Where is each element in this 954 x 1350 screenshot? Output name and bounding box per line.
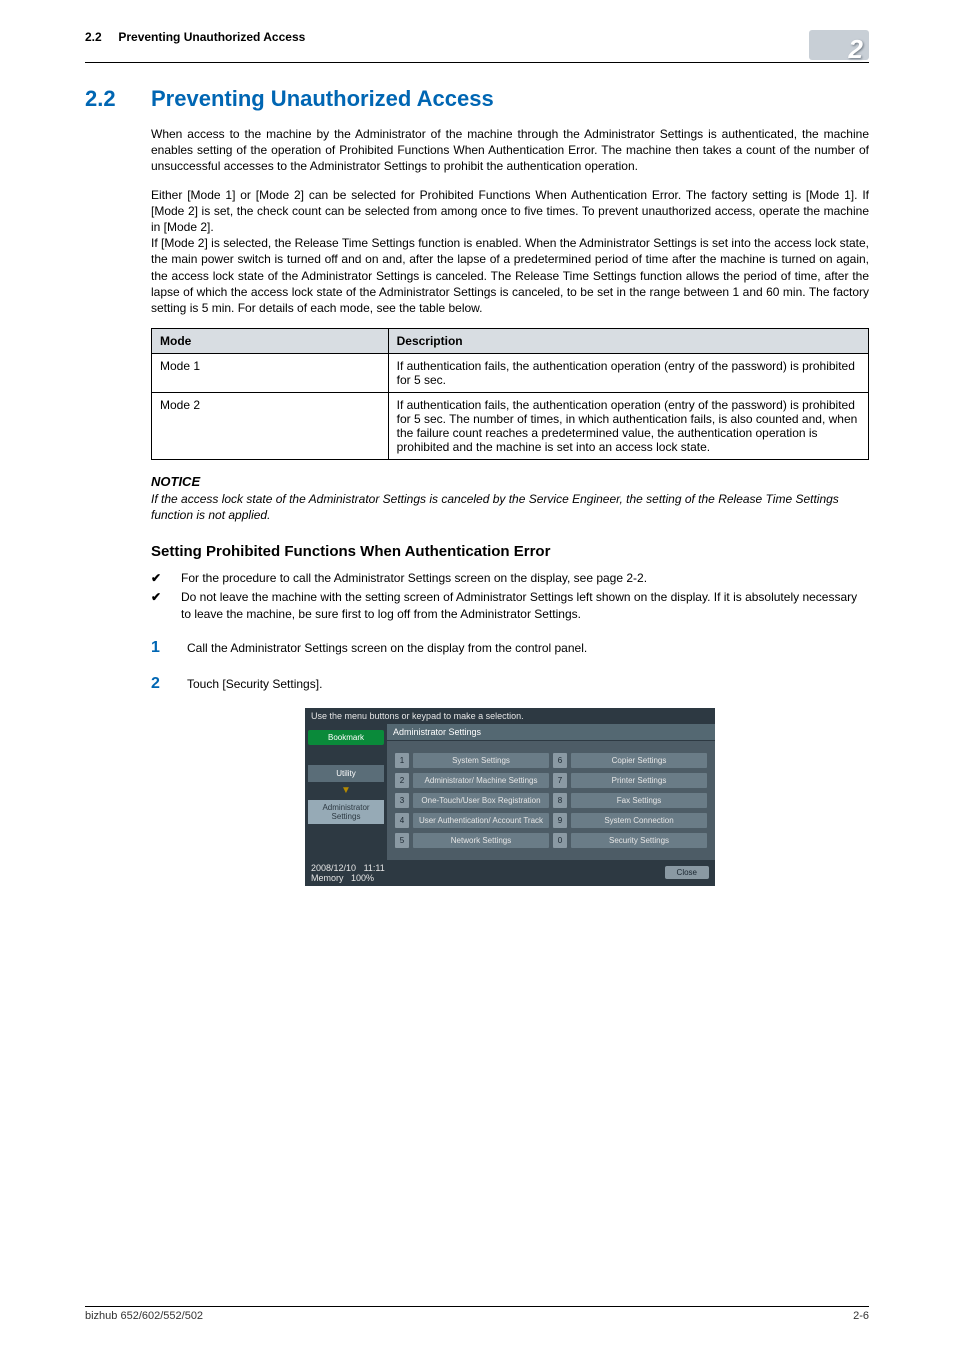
section-title: Preventing Unauthorized Access [151, 86, 494, 112]
footer-model: bizhub 652/602/552/502 [85, 1310, 203, 1322]
check-text: Do not leave the machine with the settin… [181, 589, 869, 623]
arrow-down-icon: ▼ [308, 786, 384, 796]
notice-heading: NOTICE [151, 474, 869, 489]
step-number: 1 [151, 637, 165, 659]
check-item: ✔ For the procedure to call the Administ… [151, 570, 869, 587]
menu-system-connection[interactable]: System Connection [571, 813, 707, 828]
step-number: 2 [151, 673, 165, 695]
admin-settings-crumb[interactable]: Administrator Settings [308, 800, 384, 824]
header-left: 2.2 Preventing Unauthorized Access [85, 30, 305, 44]
step-item: 1 Call the Administrator Settings screen… [151, 637, 869, 659]
section-number: 2.2 [85, 86, 123, 112]
th-desc: Description [388, 329, 868, 354]
menu-copier-settings[interactable]: Copier Settings [571, 753, 707, 768]
menu-num: 4 [395, 813, 409, 828]
step-item: 2 Touch [Security Settings]. [151, 673, 869, 695]
menu-network-settings[interactable]: Network Settings [413, 833, 549, 848]
notice-body: If the access lock state of the Administ… [151, 491, 869, 523]
intro-para-2: Either [Mode 1] or [Mode 2] can be selec… [151, 187, 869, 236]
menu-num: 1 [395, 753, 409, 768]
status-mem-label: Memory [311, 873, 344, 883]
status-mem-value: 100% [351, 873, 374, 883]
menu-num: 2 [395, 773, 409, 788]
ui-status-bar: 2008/12/10 11:11 Memory 100% Close [305, 860, 715, 886]
menu-num: 0 [553, 833, 567, 848]
close-button[interactable]: Close [665, 866, 709, 879]
embedded-screenshot: Use the menu buttons or keypad to make a… [305, 708, 715, 886]
intro-para-3: If [Mode 2] is selected, the Release Tim… [151, 235, 869, 316]
status-left: 2008/12/10 11:11 Memory 100% [311, 863, 385, 883]
ui-panel-title: Administrator Settings [387, 724, 715, 741]
menu-num: 9 [553, 813, 567, 828]
chapter-badge: 2 [809, 30, 869, 60]
td-desc: If authentication fails, the authenticat… [388, 354, 868, 393]
menu-onetouch-userbox[interactable]: One-Touch/User Box Registration [413, 793, 549, 808]
check-icon: ✔ [151, 589, 165, 623]
running-header: 2.2 Preventing Unauthorized Access 2 [85, 30, 869, 63]
menu-system-settings[interactable]: System Settings [413, 753, 549, 768]
menu-num: 3 [395, 793, 409, 808]
menu-num: 6 [553, 753, 567, 768]
check-text: For the procedure to call the Administra… [181, 570, 647, 587]
td-mode: Mode 2 [152, 393, 389, 460]
step-text: Call the Administrator Settings screen o… [187, 640, 587, 657]
menu-num: 7 [553, 773, 567, 788]
table-row: Mode 2 If authentication fails, the auth… [152, 393, 869, 460]
table-row: Mode 1 If authentication fails, the auth… [152, 354, 869, 393]
ui-instruction: Use the menu buttons or keypad to make a… [305, 708, 715, 724]
mode-table: Mode Description Mode 1 If authenticatio… [151, 328, 869, 460]
menu-num: 8 [553, 793, 567, 808]
ui-button-grid: 1 System Settings 6 Copier Settings 2 Ad… [387, 741, 715, 860]
section-heading: 2.2 Preventing Unauthorized Access [85, 86, 869, 112]
menu-user-auth-account[interactable]: User Authentication/ Account Track [413, 813, 549, 828]
status-time: 11:11 [364, 863, 385, 873]
subsection-heading: Setting Prohibited Functions When Authen… [151, 543, 869, 560]
status-date: 2008/12/10 [311, 863, 356, 873]
menu-admin-machine-settings[interactable]: Administrator/ Machine Settings [413, 773, 549, 788]
menu-num: 5 [395, 833, 409, 848]
menu-fax-settings[interactable]: Fax Settings [571, 793, 707, 808]
footer-page-number: 2-6 [853, 1310, 869, 1322]
step-text: Touch [Security Settings]. [187, 676, 322, 693]
bookmark-button[interactable]: Bookmark [308, 730, 384, 745]
menu-printer-settings[interactable]: Printer Settings [571, 773, 707, 788]
page-footer: bizhub 652/602/552/502 2-6 [85, 1306, 869, 1322]
td-mode: Mode 1 [152, 354, 389, 393]
utility-crumb[interactable]: Utility [308, 765, 384, 782]
header-running-title: Preventing Unauthorized Access [118, 30, 305, 44]
check-item: ✔ Do not leave the machine with the sett… [151, 589, 869, 623]
header-section-num: 2.2 [85, 30, 102, 44]
td-desc: If authentication fails, the authenticat… [388, 393, 868, 460]
menu-security-settings[interactable]: Security Settings [571, 833, 707, 848]
ui-sidebar: Bookmark Utility ▼ Administrator Setting… [305, 724, 387, 860]
intro-para-1: When access to the machine by the Admini… [151, 126, 869, 175]
check-icon: ✔ [151, 570, 165, 587]
th-mode: Mode [152, 329, 389, 354]
